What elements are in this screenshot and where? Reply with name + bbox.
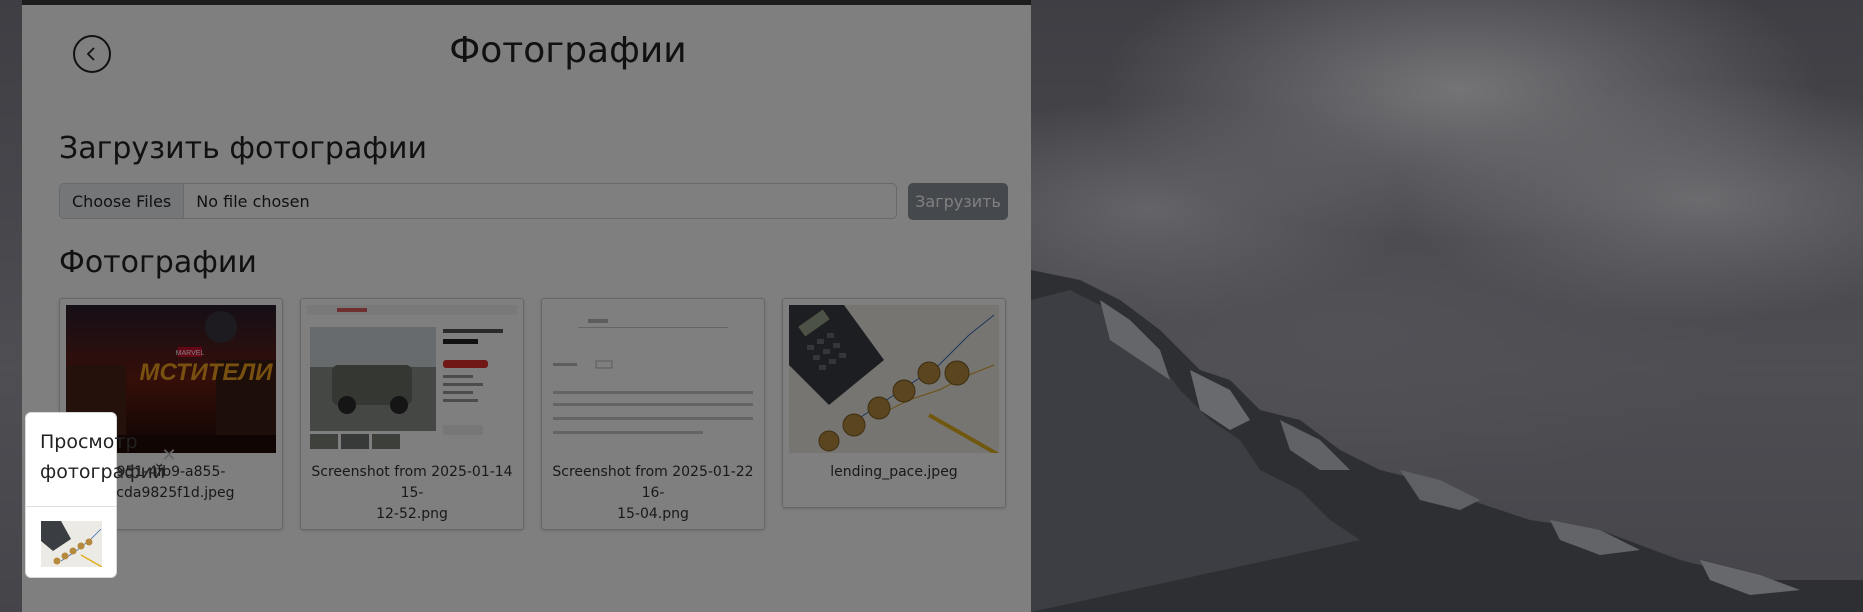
close-icon[interactable]: ✕ — [160, 447, 178, 465]
modal-backdrop[interactable] — [0, 0, 1863, 612]
viewer-title: Просмотр фотографий — [40, 431, 166, 483]
viewer-photo[interactable] — [41, 521, 102, 567]
